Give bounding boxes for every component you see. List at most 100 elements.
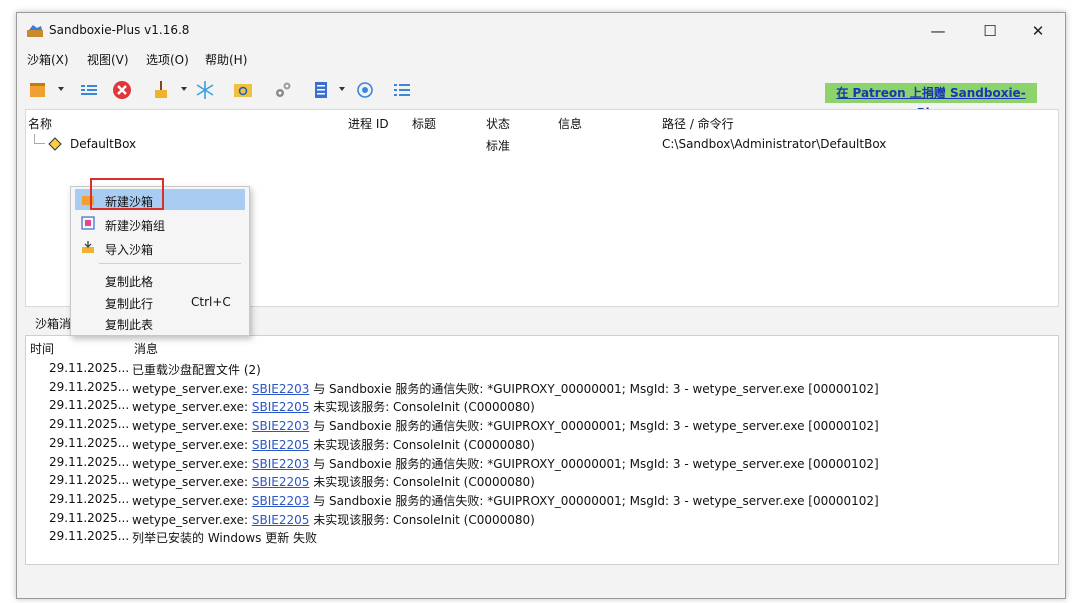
column-header-pid[interactable]: 进程 ID	[348, 115, 389, 132]
minimize-button[interactable]: —	[915, 19, 961, 43]
log-row-message: 列举已安装的 Windows 更新 失败	[132, 529, 317, 546]
log-message-text: wetype_server.exe:	[132, 456, 252, 471]
menu-item-label: 导入沙箱	[105, 243, 154, 257]
log-header-time[interactable]: 时间	[30, 340, 54, 357]
log-row-message: wetype_server.exe: SBIE2205 未实现该服务: Cons…	[132, 398, 535, 415]
list-icon[interactable]	[392, 80, 412, 100]
log-message-text: 未实现该服务: ConsoleInit (C0000080)	[309, 400, 535, 415]
new-box-icon[interactable]	[28, 80, 48, 100]
import-box-icon	[82, 241, 94, 253]
log-row-message: wetype_server.exe: SBIE2203 与 Sandboxie …	[132, 455, 879, 472]
settings-gear-icon[interactable]	[273, 80, 293, 100]
log-row-time: 29.11.2025...	[49, 398, 130, 413]
log-message-text: 与 Sandboxie 服务的通信失败: *GUIPROXY_00000001;…	[309, 456, 879, 471]
log-row-time: 29.11.2025...	[49, 435, 130, 450]
snowflake-icon[interactable]	[195, 80, 215, 100]
tree-connector	[34, 134, 45, 144]
log-message-text: wetype_server.exe:	[132, 437, 252, 452]
log-message-text: 未实现该服务: ConsoleInit (C0000080)	[309, 475, 535, 490]
cleanup-icon[interactable]	[151, 80, 171, 100]
error-code-link[interactable]: SBIE2203	[252, 419, 310, 433]
menu-item-copy-table[interactable]: 复制此表	[75, 312, 245, 333]
log-message-text: 与 Sandboxie 服务的通信失败: *GUIPROXY_00000001;…	[309, 419, 879, 434]
log-message-text: wetype_server.exe:	[132, 419, 252, 434]
tree-row-path: C:\Sandbox\Administrator\DefaultBox	[662, 137, 887, 151]
log-row-message: wetype_server.exe: SBIE2203 与 Sandboxie …	[132, 417, 879, 434]
log-message-text: 与 Sandboxie 服务的通信失败: *GUIPROXY_00000001;…	[309, 381, 879, 396]
error-code-link[interactable]: SBIE2205	[252, 513, 310, 527]
log-row-time: 29.11.2025...	[49, 454, 130, 469]
chevron-down-icon[interactable]	[181, 87, 187, 91]
log-row-time: 29.11.2025...	[49, 473, 130, 488]
target-icon[interactable]	[355, 80, 375, 100]
menu-bar: 沙箱(X) 视图(V) 选项(O) 帮助(H)	[17, 49, 1065, 69]
message-log[interactable]: 时间 消息 29.11.2025... 已重载沙盘配置文件 (2) 29.11.20…	[25, 335, 1059, 565]
menu-item-shortcut: Ctrl+C	[191, 295, 231, 309]
log-message-text: wetype_server.exe:	[132, 512, 252, 527]
log-row-time: 29.11.2025...	[49, 510, 130, 525]
notepad-icon[interactable]	[311, 80, 331, 100]
menu-item-copy-cell[interactable]: 复制此格	[75, 269, 245, 290]
error-code-link[interactable]: SBIE2205	[252, 438, 310, 452]
log-row-time: 29.11.2025...	[49, 417, 130, 432]
log-message-text: 已重载沙盘配置文件 (2)	[132, 363, 261, 377]
terminate-all-icon[interactable]	[112, 80, 132, 100]
log-message-text: wetype_server.exe:	[132, 400, 252, 415]
menu-view[interactable]: 视图(V)	[87, 51, 129, 68]
log-row-message: wetype_server.exe: SBIE2203 与 Sandboxie …	[132, 380, 879, 397]
highlight-box	[90, 178, 164, 210]
error-code-link[interactable]: SBIE2205	[252, 475, 310, 489]
log-message-text: wetype_server.exe:	[132, 381, 252, 396]
log-message-text: wetype_server.exe:	[132, 493, 252, 508]
box-group-icon	[81, 216, 95, 230]
menu-item-copy-row[interactable]: 复制此行 Ctrl+C	[75, 291, 245, 312]
log-message-text: 未实现该服务: ConsoleInit (C0000080)	[309, 512, 535, 527]
column-header-title[interactable]: 标题	[412, 115, 436, 132]
column-header-status[interactable]: 状态	[486, 115, 510, 132]
error-code-link[interactable]: SBIE2203	[252, 494, 310, 508]
tree-row-name: DefaultBox	[70, 137, 137, 151]
tree-row-status: 标准	[486, 139, 511, 153]
window-title: Sandboxie-Plus v1.16.8	[49, 23, 190, 37]
menu-item-label: 复制此表	[105, 318, 154, 332]
menu-separator	[99, 263, 241, 264]
log-message-text: 未实现该服务: ConsoleInit (C0000080)	[309, 437, 535, 452]
menu-item-label: 复制此格	[105, 275, 154, 289]
error-code-link[interactable]: SBIE2203	[252, 382, 310, 396]
sandbox-icon	[48, 137, 62, 151]
menu-sandbox[interactable]: 沙箱(X)	[27, 51, 69, 68]
log-row-time: 29.11.2025...	[49, 379, 130, 394]
log-row-time: 29.11.2025...	[49, 361, 130, 375]
close-button[interactable]: ✕	[1015, 19, 1061, 43]
error-code-link[interactable]: SBIE2203	[252, 457, 310, 471]
column-header-info[interactable]: 信息	[558, 115, 582, 132]
list-view-icon[interactable]	[79, 80, 99, 100]
status-bar	[17, 573, 1065, 597]
menu-item-label: 复制此行	[105, 297, 154, 311]
error-code-link[interactable]: SBIE2205	[252, 400, 310, 414]
menu-item-import-box[interactable]: 导入沙箱	[75, 237, 245, 258]
log-header-message[interactable]: 消息	[134, 340, 158, 357]
log-row-message: wetype_server.exe: SBIE2203 与 Sandboxie …	[132, 492, 879, 509]
title-bar[interactable]: Sandboxie-Plus v1.16.8 — ☐ ✕	[17, 13, 1065, 49]
log-message-text: 列举已安装的 Windows 更新 失败	[132, 531, 318, 546]
chevron-down-icon[interactable]	[339, 87, 345, 91]
menu-options[interactable]: 选项(O)	[146, 51, 189, 68]
log-row-message: wetype_server.exe: SBIE2205 未实现该服务: Cons…	[132, 511, 535, 528]
menu-item-new-box-group[interactable]: 新建沙箱组	[75, 213, 245, 234]
log-row-message: wetype_server.exe: SBIE2205 未实现该服务: Cons…	[132, 436, 535, 453]
maximize-button[interactable]: ☐	[967, 19, 1013, 43]
log-row-message: wetype_server.exe: SBIE2205 未实现该服务: Cons…	[132, 473, 535, 490]
column-header-path[interactable]: 路径 / 命令行	[662, 115, 734, 132]
log-row-message: 已重载沙盘配置文件 (2)	[132, 361, 261, 378]
patreon-link[interactable]: 在 Patreon 上捐赠 Sandboxie-Plus	[825, 83, 1037, 120]
log-row-time: 29.11.2025...	[49, 491, 130, 506]
chevron-down-icon[interactable]	[58, 87, 64, 91]
log-message-text: wetype_server.exe:	[132, 475, 252, 490]
log-message-text: 与 Sandboxie 服务的通信失败: *GUIPROXY_00000001;…	[309, 493, 879, 508]
log-row-time: 29.11.2025...	[49, 529, 130, 544]
browse-icon[interactable]	[233, 80, 253, 100]
menu-help[interactable]: 帮助(H)	[205, 51, 247, 68]
column-header-name[interactable]: 名称	[28, 115, 52, 132]
app-logo-icon	[27, 25, 43, 37]
